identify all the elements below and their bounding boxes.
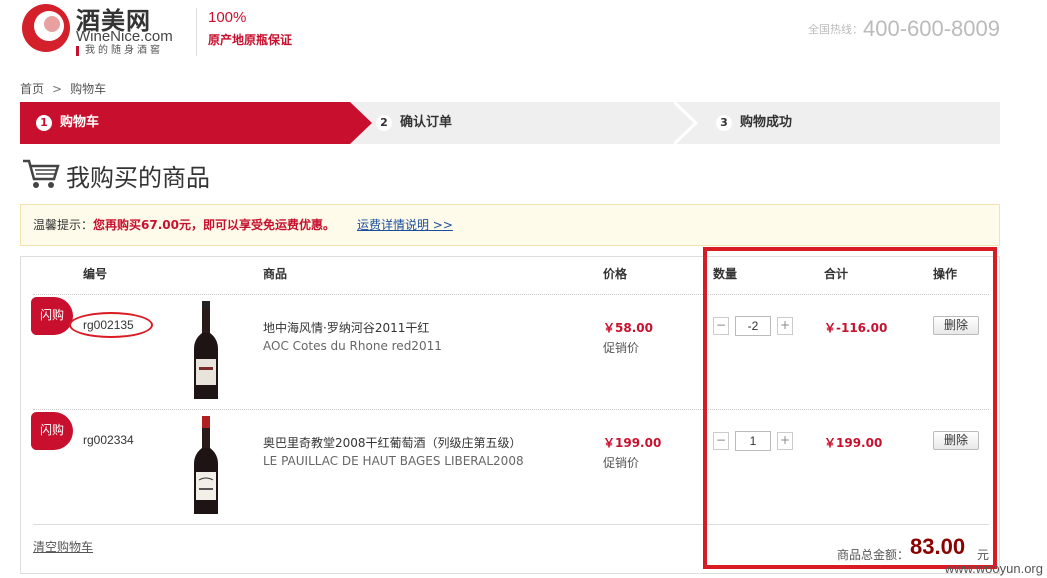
- header-divider: [196, 8, 197, 56]
- step-success: 3 购物成功: [690, 102, 1000, 144]
- step-arrow-icon: [674, 102, 698, 144]
- step-number: 1: [36, 115, 52, 131]
- annotation-highlight-box: [703, 247, 997, 569]
- product-price: ￥199.00: [603, 436, 662, 450]
- notice-label: 温馨提示：: [33, 218, 94, 232]
- breadcrumb: 首页 > 购物车: [20, 80, 106, 97]
- header-sku: 编号: [83, 267, 108, 281]
- logo-mark-icon: [22, 4, 70, 52]
- product-name-cn[interactable]: 地中海风情·罗纳河谷2011干红: [263, 319, 429, 336]
- watermark: www.wooyun.org: [944, 561, 1043, 576]
- hotline-number: 400-600-8009: [862, 16, 1000, 41]
- step-cart: 1 购物车: [20, 102, 350, 144]
- shipping-details-link[interactable]: 运费详情说明 >>: [357, 218, 453, 232]
- clear-cart-link[interactable]: 清空购物车: [33, 538, 93, 555]
- breadcrumb-home[interactable]: 首页: [20, 82, 44, 96]
- price-note: 促销价: [603, 456, 640, 470]
- product-name-en: AOC Cotes du Rhone red2011: [263, 339, 442, 353]
- flash-sale-badge: 闪购: [31, 297, 73, 335]
- checkout-steps: 1 购物车 2 确认订单 3 购物成功: [20, 102, 1000, 144]
- header-product: 商品: [263, 267, 288, 281]
- logo-slogan: 我的随身酒窖: [76, 46, 163, 56]
- step-number: 3: [716, 115, 732, 131]
- step-number: 2: [376, 115, 392, 131]
- site-logo[interactable]: 酒美网 WineNice.com 我的随身酒窖: [20, 0, 200, 60]
- guarantee-text: 原产地原瓶保证: [208, 33, 293, 47]
- flash-sale-badge: 闪购: [31, 412, 73, 450]
- shipping-notice: 温馨提示：您再购买67.00元，即可以享受免运费优惠。 运费详情说明 >>: [20, 204, 1000, 246]
- breadcrumb-separator: >: [52, 82, 63, 96]
- step-label: 确认订单: [400, 115, 453, 130]
- product-sku: rg002334: [83, 433, 134, 447]
- product-name-en: LE PAUILLAC DE HAUT BAGES LIBERAL2008: [263, 454, 524, 468]
- price-note: 促销价: [603, 341, 640, 355]
- hotline: 全国热线：400-600-8009: [808, 16, 1000, 42]
- product-name-cn[interactable]: 奥巴里奇教堂2008干红葡萄酒（列级庄第五级）: [263, 434, 522, 451]
- header-price: 价格: [603, 267, 628, 281]
- step-confirm-order: 2 确认订单: [350, 102, 690, 144]
- step-label: 购物车: [60, 115, 100, 130]
- breadcrumb-current: 购物车: [70, 82, 107, 96]
- hotline-label: 全国热线：: [807, 23, 863, 36]
- step-arrow-icon: [350, 102, 372, 144]
- page-title-text: 我购买的商品: [66, 164, 210, 192]
- notice-message: 您再购买67.00元，即可以享受免运费优惠。: [93, 218, 335, 232]
- wine-bottle-image[interactable]: [191, 301, 221, 401]
- wine-bottle-image[interactable]: [191, 416, 221, 516]
- logo-en: WineNice.com: [76, 28, 173, 45]
- shopping-cart-icon: [23, 159, 60, 188]
- step-label: 购物成功: [740, 115, 793, 130]
- annotation-sku-ellipse: [69, 312, 153, 338]
- product-price: ￥58.00: [603, 321, 653, 335]
- guarantee-percent: 100%: [208, 9, 247, 26]
